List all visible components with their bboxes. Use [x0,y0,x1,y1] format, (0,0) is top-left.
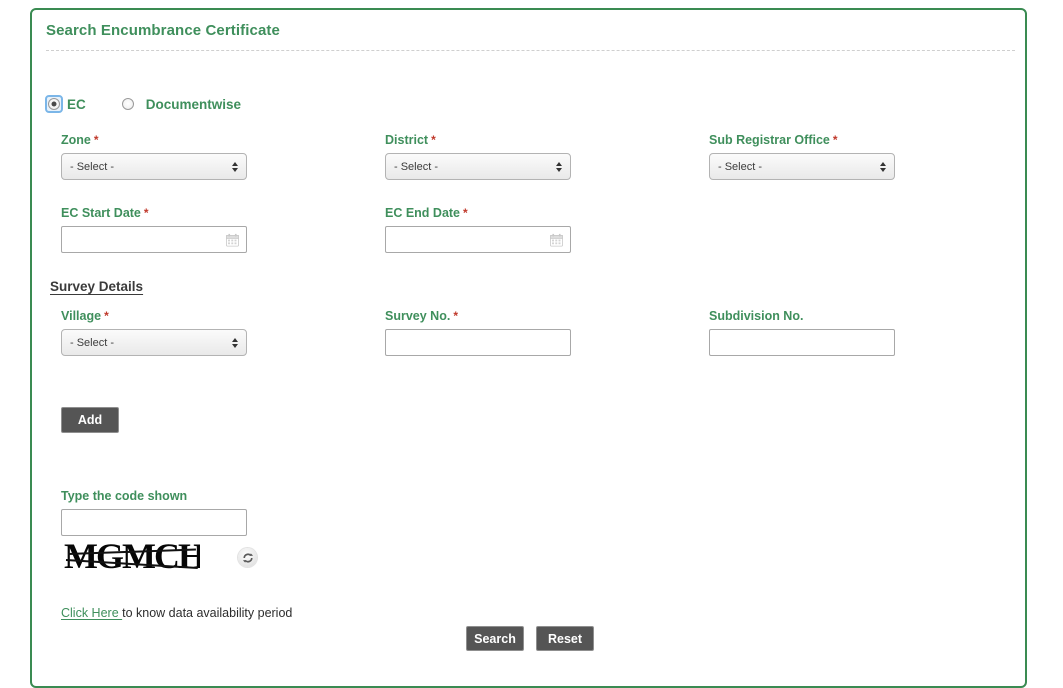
label-subdivision-no-text: Subdivision No. [709,309,804,323]
field-village: Village * - Select - [61,309,247,356]
label-district: District * [385,133,571,147]
required-marker: * [143,206,149,220]
label-ec-start-date-text: EC Start Date [61,206,141,220]
search-button[interactable]: Search [466,626,524,651]
village-select[interactable]: - Select - [61,329,247,356]
label-ec-end-date-text: EC End Date [385,206,461,220]
captcha-image: MGMCH [64,535,200,577]
required-marker: * [431,133,436,147]
data-availability-note: Click Here to know data availability per… [61,606,292,620]
label-subdivision-no: Subdivision No. [709,309,895,323]
zone-select[interactable]: - Select - [61,153,247,180]
field-subdivision-no: Subdivision No. [709,309,895,356]
radio-documentwise-control[interactable] [120,96,136,112]
survey-details-heading: Survey Details [50,279,144,294]
label-ec-start-date: EC Start Date * [61,206,247,220]
page-title: Search Encumbrance Certificate [46,22,280,39]
search-ec-panel: Search Encumbrance Certificate EC Docume… [30,8,1027,688]
field-ec-start-date: EC Start Date * [61,206,247,253]
add-button[interactable]: Add [61,407,119,433]
label-zone: Zone * [61,133,247,147]
radio-dot-icon [48,98,60,110]
search-mode-radio-group: EC Documentwise [45,95,241,113]
radio-option-documentwise[interactable]: Documentwise [120,96,241,112]
ec-start-date-input[interactable] [61,226,247,253]
zone-select-wrapper[interactable]: - Select - [61,153,247,180]
required-marker: * [453,309,458,323]
district-select-wrapper[interactable]: - Select - [385,153,571,180]
label-ec-end-date: EC End Date * [385,206,571,220]
form-actions: Search Reset [466,626,594,651]
required-marker: * [93,133,99,147]
field-zone: Zone * - Select - [61,133,247,180]
required-marker: * [463,206,468,220]
title-divider [46,50,1015,51]
label-zone-text: Zone [61,133,91,147]
click-here-link[interactable]: Click Here [61,606,122,620]
ec-end-date-wrapper[interactable] [385,226,571,253]
field-sub-registrar-office: Sub Registrar Office * - Select - [709,133,895,180]
ec-end-date-input[interactable] [385,226,571,253]
refresh-icon[interactable] [238,548,257,567]
radio-ec-control[interactable] [45,95,63,113]
reset-button[interactable]: Reset [536,626,594,651]
label-district-text: District [385,133,429,147]
label-survey-no: Survey No. * [385,309,571,323]
required-marker: * [104,309,109,323]
label-sub-registrar-office-text: Sub Registrar Office [709,133,830,147]
label-village-text: Village [61,309,102,323]
radio-dot-icon [121,98,134,110]
captcha-code-text: MGMCH [64,536,200,576]
radio-label-ec: EC [67,96,86,112]
availability-note-text: to know data availability period [122,606,293,620]
sub-registrar-office-select-wrapper[interactable]: - Select - [709,153,895,180]
radio-label-documentwise: Documentwise [145,96,242,112]
district-select[interactable]: - Select - [385,153,571,180]
required-marker: * [832,133,838,147]
label-village: Village * [61,309,247,323]
survey-no-input[interactable] [385,329,571,356]
sub-registrar-office-select[interactable]: - Select - [709,153,895,180]
captcha-input[interactable] [61,509,247,536]
field-ec-end-date: EC End Date * [385,206,571,253]
field-survey-no: Survey No. * [385,309,571,356]
ec-start-date-wrapper[interactable] [61,226,247,253]
field-district: District * - Select - [385,133,571,180]
subdivision-no-input[interactable] [709,329,895,356]
radio-option-ec[interactable]: EC [45,95,86,113]
label-survey-no-text: Survey No. [385,309,451,323]
label-sub-registrar-office: Sub Registrar Office * [709,133,895,147]
village-select-wrapper[interactable]: - Select - [61,329,247,356]
captcha-label: Type the code shown [61,489,188,503]
